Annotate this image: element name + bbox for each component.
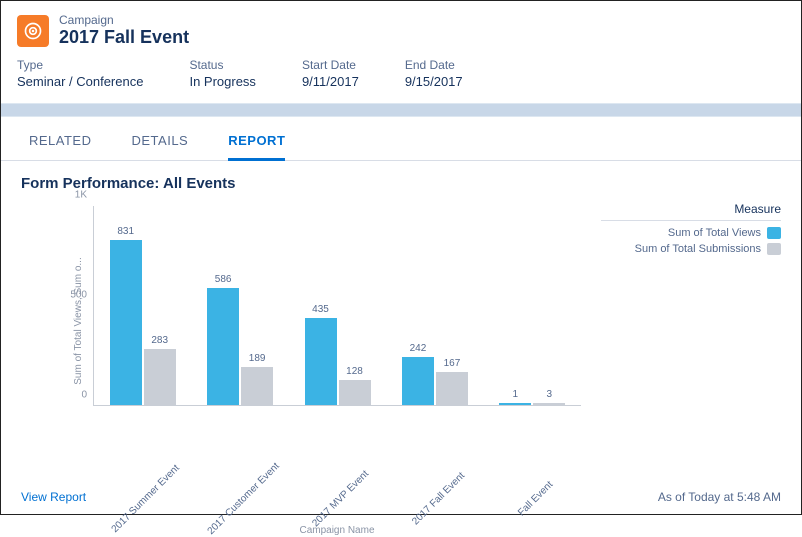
bar-groups: 83128358618943512824216713 <box>94 206 581 405</box>
view-report-link[interactable]: View Report <box>21 490 86 504</box>
bar-value-label: 1 <box>513 389 519 400</box>
legend-item-subs: Sum of Total Submissions <box>601 243 781 255</box>
meta-type-label: Type <box>17 58 143 72</box>
bar-submissions[interactable]: 128 <box>339 380 371 405</box>
meta-type-value: Seminar / Conference <box>17 74 143 89</box>
bar-value-label: 831 <box>117 226 134 237</box>
x-axis-label: Campaign Name <box>93 525 581 536</box>
legend-title: Measure <box>601 202 781 221</box>
bar-submissions[interactable]: 283 <box>144 349 176 405</box>
bar-views[interactable]: 831 <box>110 240 142 405</box>
bar-group: 242167 <box>386 206 483 405</box>
bar-views[interactable]: 586 <box>207 288 239 405</box>
chart-area: Sum of Total Views, Sum o... 0 500 1K 83… <box>21 196 581 446</box>
campaign-icon <box>17 15 49 47</box>
legend-item-views: Sum of Total Views <box>601 227 781 239</box>
y-ticks: 0 500 1K <box>61 206 91 406</box>
tabs: RELATED DETAILS REPORT <box>1 117 801 161</box>
bar-value-label: 242 <box>410 343 427 354</box>
bar-submissions[interactable]: 189 <box>241 367 273 405</box>
report-footer: View Report As of Today at 5:48 AM <box>21 490 781 504</box>
decorative-band <box>1 103 801 117</box>
plot: 83128358618943512824216713 <box>93 206 581 406</box>
meta-status-label: Status <box>189 58 255 72</box>
bar-value-label: 128 <box>346 366 363 377</box>
meta-status-value: In Progress <box>189 74 255 89</box>
meta-enddate-value: 9/15/2017 <box>405 74 463 89</box>
bar-group: 435128 <box>289 206 386 405</box>
report-title: Form Performance: All Events <box>1 161 801 196</box>
page-header: Campaign 2017 Fall Event <box>1 1 801 58</box>
bar-submissions[interactable]: 167 <box>436 372 468 405</box>
y-tick-0: 0 <box>81 390 87 401</box>
page-title: 2017 Fall Event <box>59 27 189 48</box>
bar-views[interactable]: 242 <box>402 357 434 405</box>
legend: Measure Sum of Total Views Sum of Total … <box>601 202 781 446</box>
chart-wrap: Sum of Total Views, Sum o... 0 500 1K 83… <box>1 196 801 446</box>
legend-subs-label: Sum of Total Submissions <box>635 243 761 255</box>
bar-group: 831283 <box>94 206 191 405</box>
meta-startdate-label: Start Date <box>302 58 359 72</box>
bar-views[interactable]: 1 <box>499 403 531 405</box>
bar-value-label: 283 <box>151 335 168 346</box>
bar-value-label: 189 <box>249 353 266 364</box>
swatch-views <box>767 227 781 239</box>
bar-views[interactable]: 435 <box>305 318 337 405</box>
meta-row: Type Seminar / Conference Status In Prog… <box>1 58 801 103</box>
meta-enddate-label: End Date <box>405 58 463 72</box>
bar-value-label: 435 <box>312 304 329 315</box>
bar-value-label: 586 <box>215 274 232 285</box>
bar-group: 13 <box>484 206 581 405</box>
bar-submissions[interactable]: 3 <box>533 403 565 405</box>
tab-related[interactable]: RELATED <box>29 127 92 160</box>
bar-group: 586189 <box>191 206 288 405</box>
meta-startdate-value: 9/11/2017 <box>302 74 359 89</box>
bar-value-label: 3 <box>547 389 553 400</box>
y-tick-1k: 1K <box>75 190 87 201</box>
y-tick-500: 500 <box>70 290 87 301</box>
bar-value-label: 167 <box>444 358 461 369</box>
tab-details[interactable]: DETAILS <box>132 127 189 160</box>
as-of-text: As of Today at 5:48 AM <box>658 490 781 504</box>
legend-views-label: Sum of Total Views <box>668 227 761 239</box>
page-eyebrow: Campaign <box>59 13 189 27</box>
swatch-subs <box>767 243 781 255</box>
tab-report[interactable]: REPORT <box>228 127 285 161</box>
